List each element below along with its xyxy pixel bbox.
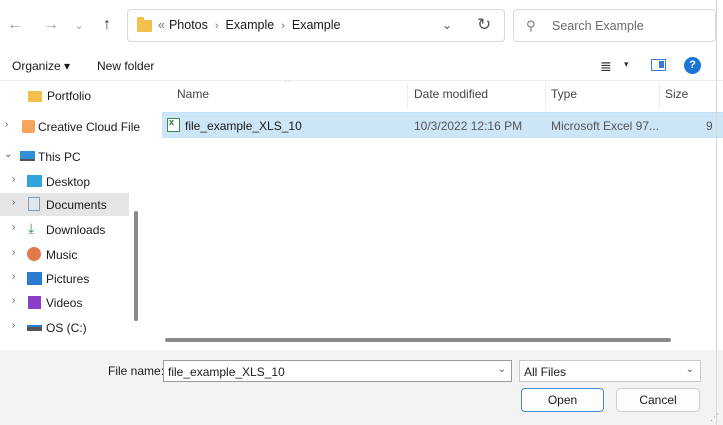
chevron-down-icon[interactable]: ⌄ [686, 364, 694, 375]
back-button[interactable]: ← [4, 14, 26, 36]
breadcrumb-overflow[interactable]: « [158, 18, 165, 32]
sidebar-item-this-pc[interactable]: ⌄ This PC [0, 145, 132, 168]
horizontal-scrollbar[interactable] [165, 338, 671, 342]
chevron-down-icon[interactable]: ⌄ [4, 149, 12, 160]
date-modified-cell: 10/3/2022 12:16 PM [414, 119, 523, 133]
folder-icon [137, 17, 152, 32]
breadcrumb-separator-icon[interactable]: › [215, 20, 219, 32]
chevron-right-icon[interactable]: › [12, 197, 15, 208]
pictures-icon [27, 272, 42, 285]
chevron-right-icon[interactable]: › [12, 222, 15, 233]
view-dropdown-icon[interactable]: ▾ [624, 59, 629, 70]
sidebar-item-pictures[interactable]: › Pictures [0, 267, 132, 290]
sidebar-item-label: Portfolio [47, 89, 92, 103]
file-name-label: File name: [108, 364, 165, 378]
breadcrumb: « Photos › Example › Example [158, 18, 341, 32]
column-divider[interactable] [407, 83, 408, 109]
sidebar-item-label: OS (C:) [46, 321, 87, 335]
column-divider[interactable] [545, 83, 546, 109]
refresh-icon[interactable]: ↻ [477, 15, 491, 35]
file-list[interactable]: ^ Name Date modified Type Size file_exam… [148, 81, 723, 341]
breadcrumb-item[interactable]: Example [226, 18, 275, 32]
sidebar-item-label: Creative Cloud Files [38, 120, 140, 134]
file-type-select[interactable]: All Files ⌄ [519, 360, 701, 382]
documents-icon [28, 197, 40, 211]
chevron-down-icon: ⌄ [74, 19, 84, 32]
help-icon[interactable]: ? [684, 57, 701, 74]
search-box[interactable]: ⚲ Search Example [513, 9, 716, 42]
chevron-right-icon[interactable]: › [12, 295, 15, 306]
forward-arrow-icon: → [43, 16, 59, 33]
size-cell: 9 [706, 119, 713, 133]
sidebar-item-desktop[interactable]: › Desktop [0, 170, 132, 193]
up-button[interactable]: ↑ [96, 14, 118, 36]
up-arrow-icon: ↑ [103, 16, 111, 33]
forward-button[interactable]: → [40, 14, 62, 36]
view-options-icon[interactable]: ≣ [600, 58, 612, 75]
drive-icon [27, 325, 42, 331]
column-header-name[interactable]: Name [177, 87, 209, 101]
chevron-right-icon[interactable]: › [5, 119, 8, 130]
folder-icon [28, 91, 42, 102]
pc-icon [20, 151, 35, 161]
new-folder-button[interactable]: New folder [97, 59, 154, 73]
file-name-value: file_example_XLS_10 [168, 365, 285, 379]
file-name-field[interactable]: file_example_XLS_10 ⌄ [163, 360, 512, 382]
back-arrow-icon: ← [7, 16, 23, 33]
open-button[interactable]: Open [521, 388, 604, 412]
sidebar-item-videos[interactable]: › Videos [0, 291, 132, 314]
dialog-footer: File name: file_example_XLS_10 ⌄ All Fil… [0, 350, 723, 425]
file-name-cell: file_example_XLS_10 [185, 119, 302, 133]
sidebar-item-documents[interactable]: › Documents [0, 193, 129, 216]
sidebar-item-label: Videos [46, 296, 83, 310]
cancel-button[interactable]: Cancel [616, 388, 700, 412]
window-edge [716, 0, 717, 425]
sidebar-item-music[interactable]: › Music [0, 243, 132, 266]
creative-cloud-icon [22, 120, 35, 133]
chevron-right-icon[interactable]: › [12, 320, 15, 331]
sidebar-item-label: Pictures [46, 272, 90, 286]
column-header-size[interactable]: Size [665, 87, 688, 101]
column-divider[interactable] [659, 83, 660, 109]
sidebar-item-label: Documents [46, 198, 107, 212]
column-header-type[interactable]: Type [551, 87, 577, 101]
address-bar[interactable]: « Photos › Example › Example ⌄ ↻ [127, 9, 505, 42]
breadcrumb-item[interactable]: Example [292, 18, 341, 32]
sidebar-scrollbar[interactable] [134, 211, 138, 321]
sidebar-item-label: Music [46, 248, 78, 262]
resize-grip-icon[interactable]: ⋰ [710, 412, 719, 423]
column-header-date-modified[interactable]: Date modified [414, 87, 488, 101]
breadcrumb-separator-icon[interactable]: › [281, 20, 285, 32]
search-icon: ⚲ [526, 18, 536, 33]
sidebar-item-creative-cloud[interactable]: › Creative Cloud Files [0, 115, 140, 138]
download-arrow-icon: ⤓ [28, 220, 35, 236]
navigation-pane[interactable]: Portfolio › Creative Cloud Files ⌄ This … [0, 81, 140, 348]
search-placeholder: Search Example [552, 19, 644, 33]
sidebar-item-label: Desktop [46, 175, 91, 189]
file-type-value: All Files [524, 365, 567, 379]
address-dropdown-icon[interactable]: ⌄ [442, 18, 452, 32]
sort-ascending-icon: ^ [285, 81, 290, 88]
chevron-down-icon[interactable]: ⌄ [498, 364, 506, 375]
sidebar-item-label: This PC [38, 150, 81, 164]
chevron-right-icon[interactable]: › [12, 247, 15, 258]
chevron-right-icon[interactable]: › [12, 174, 15, 185]
breadcrumb-item[interactable]: Photos [169, 18, 208, 32]
sidebar-item-os-c[interactable]: › OS (C:) [0, 316, 132, 339]
chevron-right-icon[interactable]: › [12, 271, 15, 282]
sidebar-item-portfolio[interactable]: Portfolio [0, 84, 132, 107]
type-cell: Microsoft Excel 97... [551, 119, 660, 133]
desktop-icon [27, 175, 42, 187]
preview-pane-icon[interactable] [651, 59, 666, 71]
organize-menu[interactable]: Organize ▾ [12, 59, 70, 73]
music-icon [27, 247, 41, 261]
sidebar-item-label: Downloads [46, 223, 106, 237]
table-row[interactable]: file_example_XLS_10 10/3/2022 12:16 PM M… [162, 112, 723, 138]
recent-locations-button[interactable]: ⌄ [68, 14, 90, 36]
excel-file-icon [167, 117, 180, 132]
sidebar-item-downloads[interactable]: › ⤓ Downloads [0, 218, 132, 241]
videos-icon [28, 296, 41, 309]
